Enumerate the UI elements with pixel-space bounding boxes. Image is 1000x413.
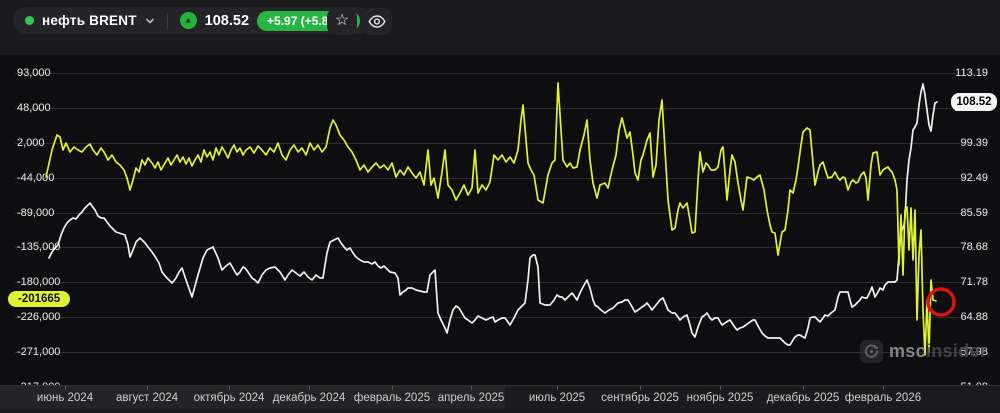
- left-axis-label: 2,000: [17, 137, 45, 149]
- time-axis-tick: [471, 386, 472, 390]
- gridline: [15, 282, 985, 283]
- time-axis-label: ноябрь 2025: [687, 392, 754, 404]
- gridline: [15, 317, 985, 318]
- indicator-last-value-tag: -201665: [8, 291, 70, 307]
- gridline: [15, 108, 985, 109]
- time-axis-tick: [640, 386, 641, 390]
- gridline: [15, 143, 985, 144]
- header-price: 108.52: [205, 13, 249, 29]
- left-axis-label: -89,000: [17, 207, 54, 219]
- gridline: [15, 247, 985, 248]
- star-icon: ☆: [335, 13, 349, 29]
- time-axis[interactable]: июнь 2024 август 2024 октябрь 2024 декабрь …: [0, 385, 1000, 409]
- gridline: [15, 352, 985, 353]
- time-axis-tick: [392, 386, 393, 390]
- time-axis-label: сентябрь 2025: [601, 392, 679, 404]
- left-axis-label: -226,000: [17, 311, 60, 323]
- trading-app-screen: { "header": { "instrument": { "name": "н…: [0, 0, 1000, 413]
- right-axis-label: 99.39: [960, 137, 988, 149]
- time-axis-label: октябрь 2024: [194, 392, 265, 404]
- favorite-button[interactable]: ☆: [327, 8, 357, 35]
- time-axis-label: август 2024: [116, 392, 178, 404]
- watermark-text-insider: insider: [926, 341, 987, 361]
- left-axis-label: -44,000: [17, 172, 54, 184]
- left-axis-label: -135,000: [17, 241, 60, 253]
- right-axis-label: 64.88: [960, 311, 988, 323]
- mscinsider-logo-icon: [860, 340, 883, 363]
- chart-plot-area[interactable]: [0, 55, 1000, 385]
- time-axis-tick: [803, 386, 804, 390]
- watermark: mscinsider: [860, 340, 987, 363]
- time-axis-label: декабрь 2024: [273, 392, 346, 404]
- gridline: [15, 178, 985, 179]
- eye-icon: [368, 15, 386, 28]
- right-axis-label: 85.59: [960, 207, 988, 219]
- time-axis-label: февраль 2026: [845, 392, 921, 404]
- time-axis-label: декабрь 2025: [767, 392, 840, 404]
- up-arrow-icon: ▲: [180, 12, 197, 29]
- instrument-selector[interactable]: нефть BRENT ▲ 108.52 +5.97 (+5.82%): [13, 7, 372, 34]
- bottom-strip: [0, 409, 1000, 413]
- time-axis-tick: [65, 386, 66, 390]
- left-axis-label: 48,000: [17, 102, 51, 114]
- time-axis-tick: [883, 386, 884, 390]
- time-axis-tick: [309, 386, 310, 390]
- gridline: [15, 213, 985, 214]
- watermark-text-msc: msc: [889, 341, 926, 361]
- time-axis-tick: [229, 386, 230, 390]
- chevron-down-icon[interactable]: [145, 16, 155, 26]
- right-axis-label: 78.68: [960, 241, 988, 253]
- instrument-name: нефть BRENT: [42, 13, 137, 28]
- instrument-status-dot: [25, 16, 34, 25]
- left-axis-label: -180,000: [17, 276, 60, 288]
- gridline: [15, 73, 985, 74]
- time-axis-label: февраль 2025: [354, 392, 430, 404]
- left-axis-label: 93,000: [17, 67, 51, 79]
- time-axis-label: июнь 2024: [37, 392, 93, 404]
- left-axis-label: -271,000: [17, 346, 60, 358]
- watch-button[interactable]: [362, 8, 392, 35]
- time-axis-label: апрель 2025: [438, 392, 505, 404]
- right-axis-label: 92.49: [960, 172, 988, 184]
- header-divider: [167, 13, 168, 29]
- time-axis-label: июль 2025: [529, 392, 585, 404]
- right-axis-label: 71.78: [960, 276, 988, 288]
- time-axis-tick: [720, 386, 721, 390]
- right-axis-label: 113.19: [955, 67, 988, 79]
- time-axis-tick: [557, 386, 558, 390]
- price-last-value-tag: 108.52: [951, 93, 997, 111]
- header-bar: нефть BRENT ▲ 108.52 +5.97 (+5.82%) ☆: [0, 0, 1000, 55]
- time-axis-tick: [147, 386, 148, 390]
